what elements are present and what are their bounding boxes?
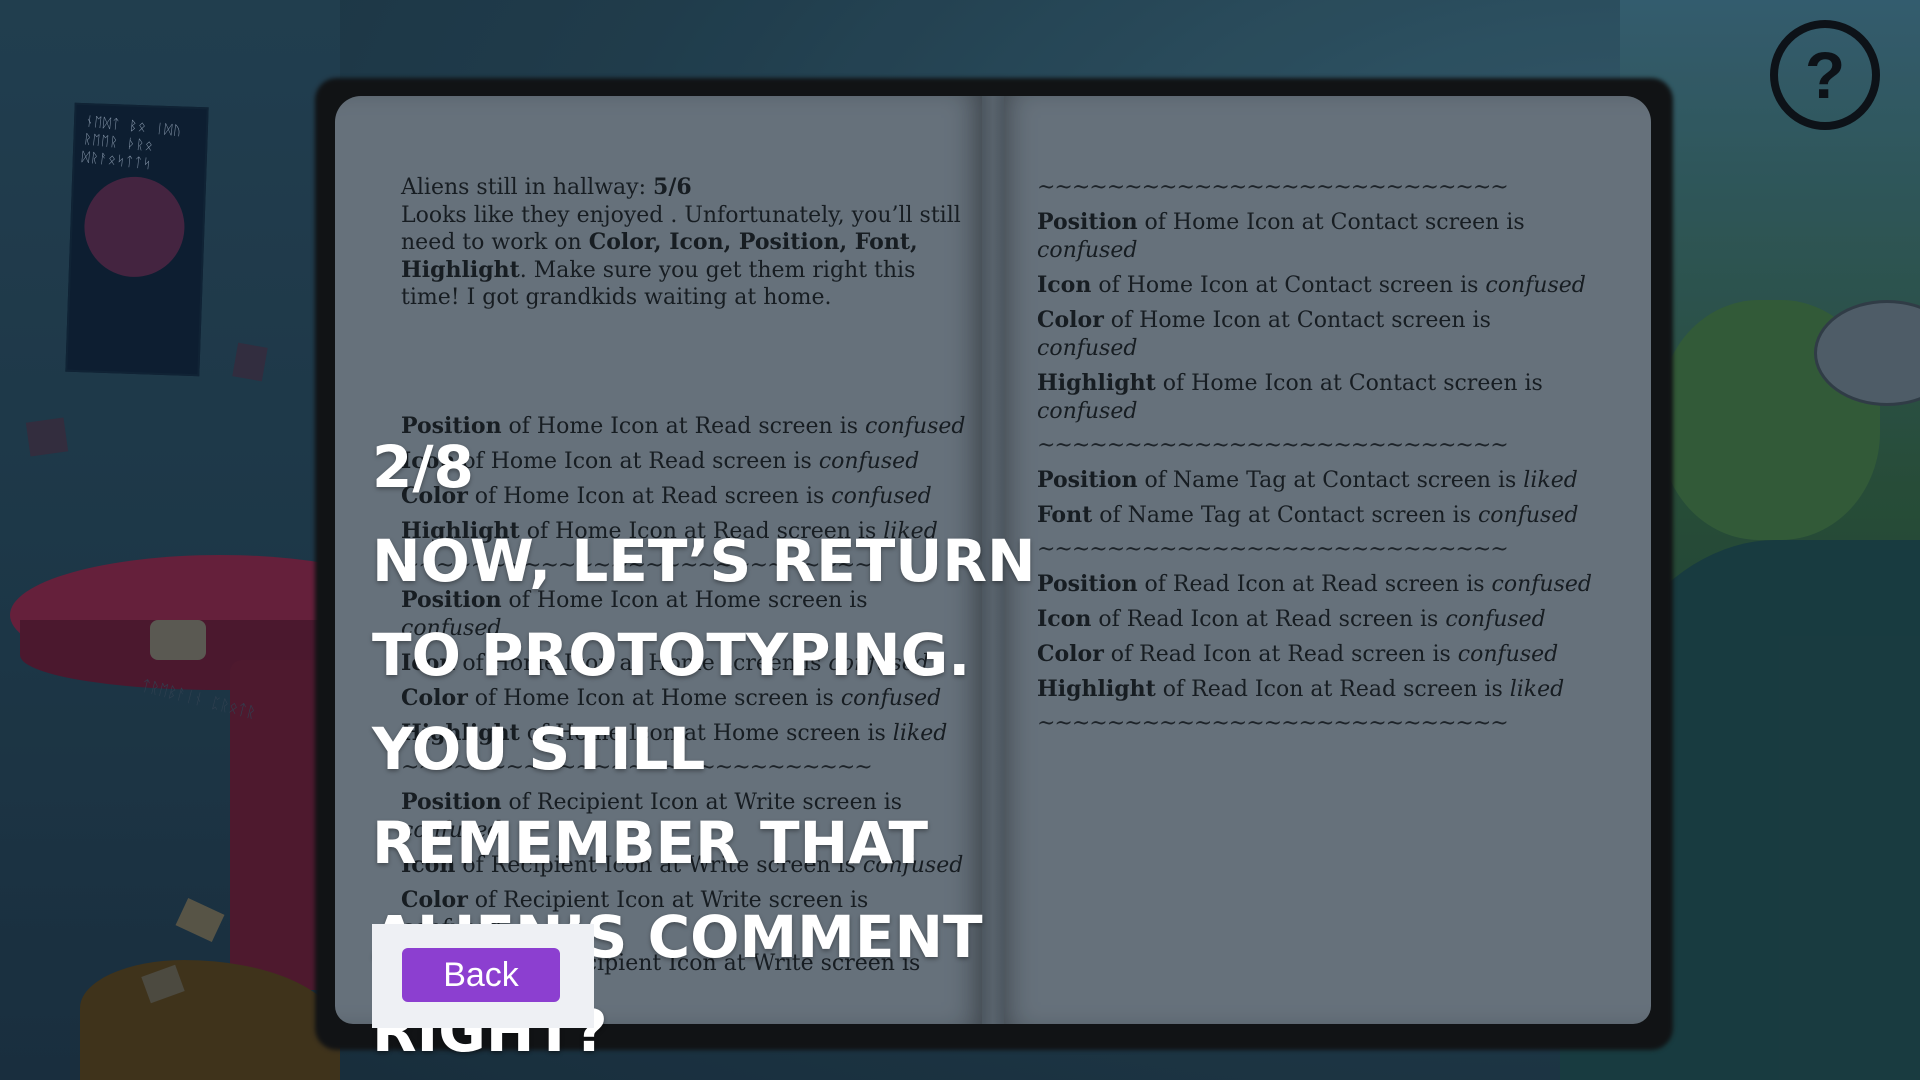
help-button[interactable]: ? <box>1770 20 1880 130</box>
back-button[interactable]: Back <box>402 948 560 1002</box>
question-mark-icon: ? <box>1804 38 1846 112</box>
tutorial-step-counter: 2/8 <box>372 433 474 501</box>
